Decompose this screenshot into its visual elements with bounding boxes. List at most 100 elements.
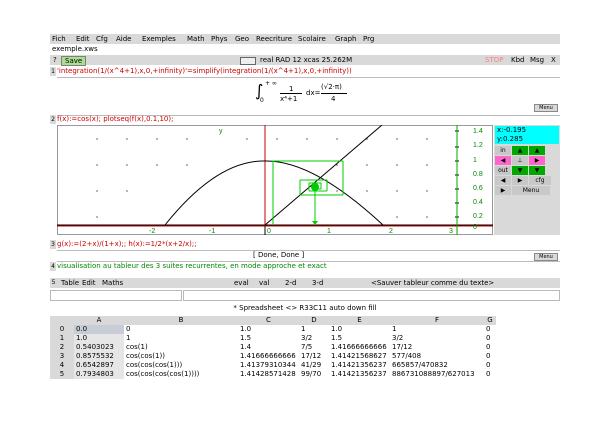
- column-header[interactable]: C: [238, 316, 299, 325]
- menu-prg[interactable]: Prg: [363, 34, 374, 44]
- table-cell[interactable]: 3/2: [299, 334, 329, 343]
- row-header[interactable]: 2: [50, 343, 74, 352]
- table-cell[interactable]: 0.0: [74, 325, 124, 334]
- table-cell[interactable]: 0: [484, 334, 496, 343]
- table-cell[interactable]: 17/12: [390, 343, 484, 352]
- up-arrow-icon[interactable]: ▲: [512, 146, 528, 155]
- menu-aide[interactable]: Aide: [116, 34, 131, 44]
- table-cell[interactable]: 0: [484, 343, 496, 352]
- table-cell[interactable]: 0: [124, 325, 238, 334]
- table-cell[interactable]: 0.7934803: [74, 370, 124, 379]
- table-cell[interactable]: cos(cos(cos(1))): [124, 361, 238, 370]
- table-cell[interactable]: 0.8575532: [74, 352, 124, 361]
- up-arrow-icon[interactable]: ▲: [529, 146, 545, 155]
- table-cell[interactable]: 577/408: [390, 352, 484, 361]
- table-cell[interactable]: 1.41421568627: [329, 352, 390, 361]
- table-cell[interactable]: 0.6542897: [74, 361, 124, 370]
- table-cell[interactable]: 1: [124, 334, 238, 343]
- close-button[interactable]: X: [551, 55, 556, 65]
- row-header[interactable]: 4: [50, 361, 74, 370]
- table-cell[interactable]: 41/29: [299, 361, 329, 370]
- level-3-menu-button[interactable]: Menu: [534, 253, 558, 261]
- level-5-number[interactable]: 5: [51, 278, 56, 288]
- plot-area[interactable]: -2 -1 0 1 2 3 1.4 1.2 1 0.8 0.6 0.4 0.2 …: [57, 125, 493, 235]
- msg-button[interactable]: Msg: [530, 55, 544, 65]
- stop-button[interactable]: STOP: [485, 55, 503, 65]
- menu-scolaire[interactable]: Scolaire: [298, 34, 326, 44]
- plot-menu-button[interactable]: Menu: [512, 186, 550, 195]
- table-cell[interactable]: cos(cos(1)): [124, 352, 238, 361]
- level-4-comment[interactable]: visualisation au tableur des 3 suites re…: [57, 262, 327, 271]
- kbd-button[interactable]: Kbd: [511, 55, 524, 65]
- menu-phys[interactable]: Phys: [211, 34, 227, 44]
- 2d-button[interactable]: 2-d: [285, 278, 296, 288]
- level-1-input[interactable]: 'integration(1/(x^4+1),x,0,+infinity)'=s…: [57, 67, 352, 76]
- plot-svg[interactable]: -2 -1 0 1 2 3 1.4 1.2 1 0.8 0.6 0.4 0.2 …: [57, 125, 493, 235]
- table-cell[interactable]: 0: [484, 361, 496, 370]
- zoom-out-button[interactable]: out: [495, 166, 511, 175]
- table-cell[interactable]: 17/12: [299, 352, 329, 361]
- cell-name-box[interactable]: [50, 290, 182, 301]
- column-header[interactable]: A: [74, 316, 124, 325]
- table-cell[interactable]: 1.5: [238, 334, 299, 343]
- table-cell[interactable]: 1.4: [238, 343, 299, 352]
- right-arrow-icon[interactable]: ▶: [529, 156, 545, 165]
- level-2-input[interactable]: f(x):=cos(x); plotseq(f(x),0.1,10);: [57, 115, 173, 124]
- menu-table[interactable]: Table: [61, 278, 79, 288]
- table-cell[interactable]: 1.41666666666: [329, 343, 390, 352]
- save-button[interactable]: Save: [61, 56, 87, 66]
- play-icon[interactable]: ▶: [495, 186, 511, 195]
- right-arrow-icon[interactable]: ▶: [512, 176, 528, 185]
- level-3-number[interactable]: 3: [50, 240, 56, 249]
- menu-edit[interactable]: Edit: [76, 34, 90, 44]
- mode-box[interactable]: [240, 57, 256, 65]
- row-header[interactable]: 0: [50, 325, 74, 334]
- table-cell[interactable]: 1.0: [74, 334, 124, 343]
- eval-button[interactable]: eval: [234, 278, 249, 288]
- table-cell[interactable]: 3/2: [390, 334, 484, 343]
- menu-fich[interactable]: Fich: [52, 34, 66, 44]
- row-header[interactable]: 1: [50, 334, 74, 343]
- 3d-button[interactable]: 3-d: [312, 278, 323, 288]
- row-header[interactable]: 5: [50, 370, 74, 379]
- table-cell[interactable]: 7/5: [299, 343, 329, 352]
- table-cell[interactable]: 1.41666666666: [238, 352, 299, 361]
- save-as-text-button[interactable]: <Sauver tableur comme du texte>: [371, 278, 494, 288]
- column-header[interactable]: B: [124, 316, 238, 325]
- table-cell[interactable]: 1.0: [238, 325, 299, 334]
- down-arrow-icon[interactable]: ▼: [512, 166, 528, 175]
- table-cell[interactable]: cos(1): [124, 343, 238, 352]
- help-button[interactable]: ?: [53, 55, 57, 65]
- table-cell[interactable]: 1.41421356237: [329, 370, 390, 379]
- level-4-number[interactable]: 4: [50, 262, 56, 271]
- menu-reecriture[interactable]: Reecriture: [256, 34, 292, 44]
- table-cell[interactable]: 1: [299, 325, 329, 334]
- table-cell[interactable]: 99/70: [299, 370, 329, 379]
- cell-edit-field[interactable]: [183, 290, 560, 301]
- table-cell[interactable]: 665857/470832: [390, 361, 484, 370]
- menu-graph[interactable]: Graph: [335, 34, 356, 44]
- level-2-number[interactable]: 2: [50, 115, 56, 124]
- level-1-number[interactable]: 1: [50, 67, 56, 76]
- menu-math[interactable]: Math: [187, 34, 205, 44]
- table-cell[interactable]: 0: [484, 352, 496, 361]
- table-cell[interactable]: 0: [484, 370, 496, 379]
- column-header[interactable]: G: [484, 316, 496, 325]
- level-3-input[interactable]: g(x):=(2+x)/(1+x);; h(x):=1/2*(x+2/x);;: [57, 240, 197, 249]
- left-arrow-icon[interactable]: ◀: [495, 156, 511, 165]
- table-cell[interactable]: cos(cos(cos(cos(1)))): [124, 370, 238, 379]
- center-button[interactable]: ⊥: [512, 156, 528, 165]
- table-cell[interactable]: 886731088897/627013: [390, 370, 484, 379]
- table-cell[interactable]: 1.0: [329, 325, 390, 334]
- zoom-in-button[interactable]: in: [495, 146, 511, 155]
- table-cell[interactable]: 1.41421356237: [329, 361, 390, 370]
- table-cell[interactable]: 0.5403023: [74, 343, 124, 352]
- cfg-button[interactable]: cfg: [529, 176, 551, 185]
- left-arrow-icon[interactable]: ◀: [495, 176, 511, 185]
- menu-exemples[interactable]: Exemples: [142, 34, 176, 44]
- menu-maths[interactable]: Maths: [102, 278, 123, 288]
- table-cell[interactable]: 1: [390, 325, 484, 334]
- menu-geo[interactable]: Geo: [235, 34, 249, 44]
- column-header[interactable]: D: [299, 316, 329, 325]
- column-header[interactable]: F: [390, 316, 484, 325]
